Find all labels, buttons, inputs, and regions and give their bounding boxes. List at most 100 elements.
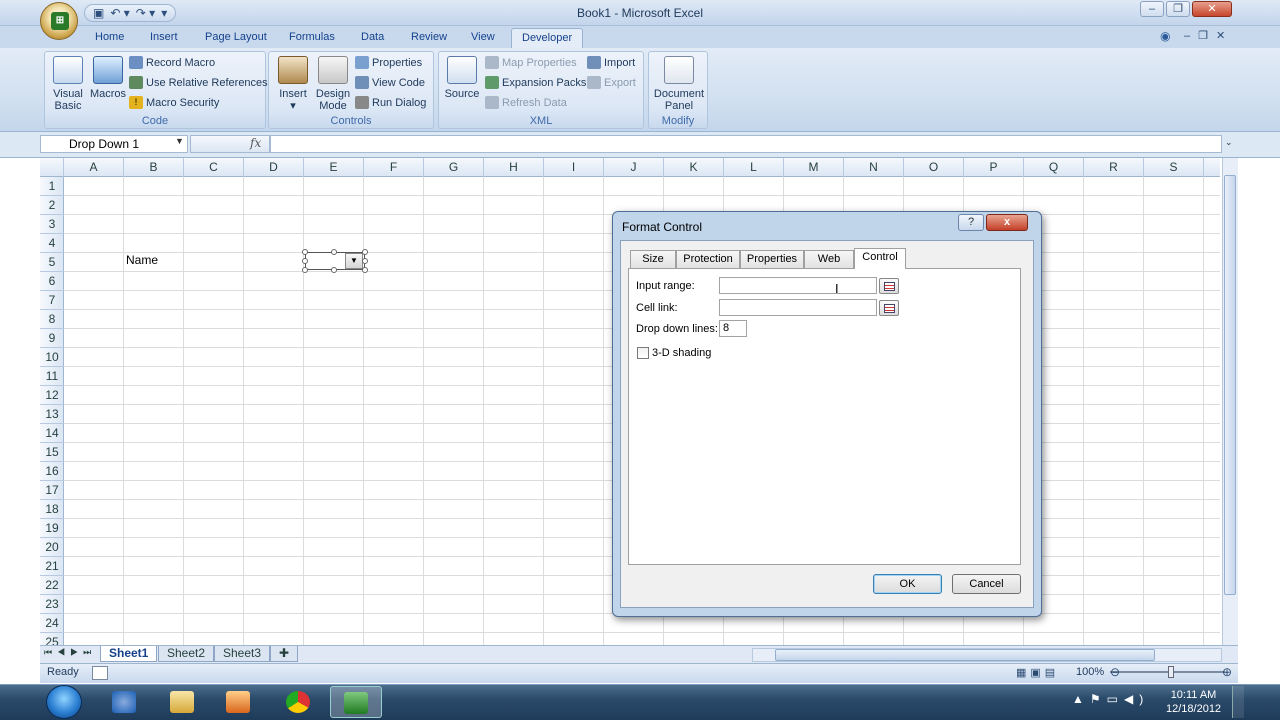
row-header-19[interactable]: 19: [40, 519, 64, 538]
workbook-window-controls[interactable]: –❐✕: [1184, 29, 1233, 42]
row-header-3[interactable]: 3: [40, 215, 64, 234]
zoom-slider-thumb[interactable]: [1168, 666, 1174, 678]
column-header-k[interactable]: K: [664, 158, 724, 177]
import-button[interactable]: Import: [587, 56, 635, 69]
tab-home[interactable]: Home: [85, 28, 134, 48]
refresh-data-button[interactable]: Refresh Data: [485, 96, 567, 109]
row-header-20[interactable]: 20: [40, 538, 64, 557]
sheet-tab-sheet3[interactable]: Sheet3: [214, 646, 271, 662]
tab-page-layout[interactable]: Page Layout: [195, 28, 277, 48]
formula-input[interactable]: [270, 135, 1222, 153]
column-header-p[interactable]: P: [964, 158, 1024, 177]
row-header-22[interactable]: 22: [40, 576, 64, 595]
taskbar-explorer[interactable]: [156, 686, 208, 718]
input-range-field[interactable]: [719, 277, 877, 294]
sheet-tab-sheet1[interactable]: Sheet1: [100, 646, 158, 662]
source-button[interactable]: Source: [443, 56, 481, 100]
tab-insert[interactable]: Insert: [140, 28, 188, 48]
tab-view[interactable]: View: [461, 28, 505, 48]
insert-sheet-icon[interactable]: ✚: [270, 646, 298, 662]
cell-link-field[interactable]: [719, 299, 877, 316]
restore-button[interactable]: ❐: [1166, 1, 1190, 17]
sheet-nav-icons[interactable]: ⏮◀▶⏭: [44, 647, 96, 658]
document-panel-button[interactable]: Document Panel: [651, 56, 707, 112]
row-header-17[interactable]: 17: [40, 481, 64, 500]
column-header-q[interactable]: Q: [1024, 158, 1084, 177]
system-tray-icons[interactable]: ▲⚑▭◀): [1072, 692, 1149, 706]
taskbar-media-player[interactable]: [212, 686, 264, 718]
zoom-in-icon[interactable]: ⊕: [1222, 665, 1232, 679]
row-header-7[interactable]: 7: [40, 291, 64, 310]
column-header-j[interactable]: J: [604, 158, 664, 177]
expansion-packs-button[interactable]: Expansion Packs: [485, 76, 586, 89]
row-header-21[interactable]: 21: [40, 557, 64, 576]
macros-button[interactable]: Macros: [89, 56, 127, 100]
visual-basic-button[interactable]: Visual Basic: [49, 56, 87, 112]
dialog-tab-properties[interactable]: Properties: [740, 250, 804, 268]
run-dialog-button[interactable]: Run Dialog: [355, 96, 426, 109]
column-header-i[interactable]: I: [544, 158, 604, 177]
vertical-scroll-thumb[interactable]: [1224, 175, 1236, 595]
tab-developer[interactable]: Developer: [511, 28, 584, 48]
row-header-14[interactable]: 14: [40, 424, 64, 443]
design-mode-button[interactable]: Design Mode: [313, 56, 353, 112]
start-button[interactable]: [46, 685, 82, 719]
map-properties-button[interactable]: Map Properties: [485, 56, 577, 69]
column-header-d[interactable]: D: [244, 158, 304, 177]
row-header-11[interactable]: 11: [40, 367, 64, 386]
ok-button[interactable]: OK: [873, 574, 942, 594]
dialog-close-button[interactable]: x: [986, 214, 1028, 231]
name-box-dropdown-icon[interactable]: ▼: [175, 136, 184, 146]
resize-handle[interactable]: [331, 249, 337, 255]
row-header-18[interactable]: 18: [40, 500, 64, 519]
column-header-o[interactable]: O: [904, 158, 964, 177]
drop-down-lines-field[interactable]: 8: [719, 320, 747, 337]
view-buttons[interactable]: ▦▣▤: [1016, 666, 1059, 679]
macro-security-button[interactable]: ! Macro Security: [129, 96, 219, 109]
column-header-e[interactable]: E: [304, 158, 364, 177]
row-header-12[interactable]: 12: [40, 386, 64, 405]
macro-recording-icon[interactable]: [92, 666, 108, 680]
column-header-f[interactable]: F: [364, 158, 424, 177]
row-header-24[interactable]: 24: [40, 614, 64, 633]
sheet-tab-sheet2[interactable]: Sheet2: [158, 646, 215, 662]
tab-formulas[interactable]: Formulas: [279, 28, 345, 48]
row-header-2[interactable]: 2: [40, 196, 64, 215]
row-header-4[interactable]: 4: [40, 234, 64, 253]
show-desktop-button[interactable]: [1232, 686, 1244, 718]
zoom-out-icon[interactable]: ⊖: [1110, 665, 1120, 679]
export-button[interactable]: Export: [587, 76, 636, 89]
row-header-5[interactable]: 5: [40, 253, 64, 272]
cancel-button[interactable]: Cancel: [952, 574, 1021, 594]
cell-b5[interactable]: Name: [126, 253, 158, 267]
select-all-corner[interactable]: [40, 158, 64, 177]
column-header-l[interactable]: L: [724, 158, 784, 177]
column-header-c[interactable]: C: [184, 158, 244, 177]
row-header-15[interactable]: 15: [40, 443, 64, 462]
column-header-b[interactable]: B: [124, 158, 184, 177]
help-icon[interactable]: ◉: [1160, 29, 1170, 43]
resize-handle[interactable]: [362, 258, 368, 264]
resize-handle[interactable]: [362, 249, 368, 255]
row-header-13[interactable]: 13: [40, 405, 64, 424]
resize-handle[interactable]: [362, 267, 368, 273]
insert-control-button[interactable]: Insert ▾: [273, 56, 313, 112]
row-header-8[interactable]: 8: [40, 310, 64, 329]
taskbar-clock[interactable]: 10:11 AM 12/18/2012: [1166, 688, 1221, 716]
resize-handle[interactable]: [302, 258, 308, 264]
record-macro-button[interactable]: Record Macro: [129, 56, 215, 69]
resize-handle[interactable]: [331, 267, 337, 273]
column-header-s[interactable]: S: [1144, 158, 1204, 177]
view-code-button[interactable]: View Code: [355, 76, 425, 89]
cell-link-collapse-button[interactable]: [879, 300, 899, 316]
shading-checkbox[interactable]: [637, 347, 649, 359]
name-box[interactable]: Drop Down 1: [40, 135, 188, 153]
column-header-m[interactable]: M: [784, 158, 844, 177]
row-header-23[interactable]: 23: [40, 595, 64, 614]
tab-data[interactable]: Data: [351, 28, 394, 48]
row-header-6[interactable]: 6: [40, 272, 64, 291]
column-header-n[interactable]: N: [844, 158, 904, 177]
row-header-9[interactable]: 9: [40, 329, 64, 348]
insert-function-icon[interactable]: fx: [250, 136, 261, 150]
resize-handle[interactable]: [302, 249, 308, 255]
